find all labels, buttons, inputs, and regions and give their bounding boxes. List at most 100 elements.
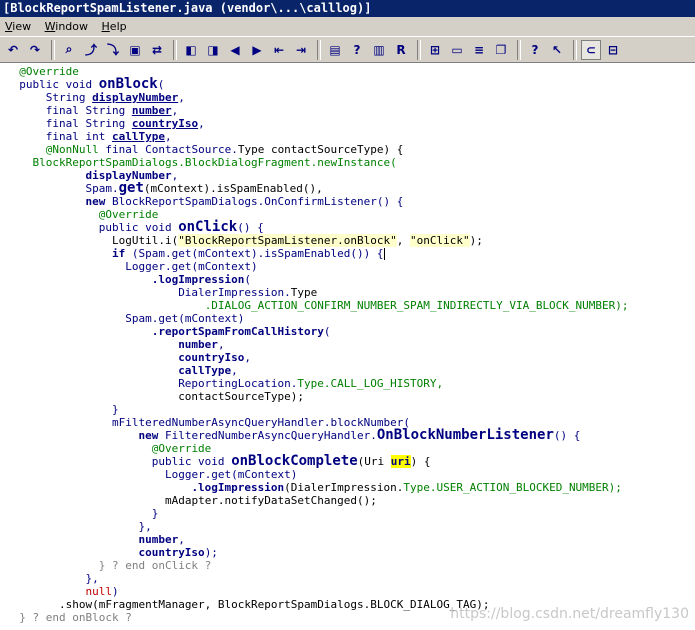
code-line[interactable]: .show(mFragmentManager, BlockReportSpamD… [6,598,489,611]
code-token: ); [204,546,218,559]
window-stack-icon[interactable]: ≡ [469,40,489,60]
book-icon[interactable]: ▥ [369,40,389,60]
redo-icon[interactable]: ↷ [25,40,45,60]
menu-view[interactable]: View [0,17,36,36]
code-token: (Uri [357,455,391,468]
menu-window[interactable]: Window [40,17,93,36]
code-line[interactable]: public void onBlock( [6,77,164,91]
find-icon[interactable]: ⌕ [59,40,79,60]
find-next-icon[interactable]: ⤴ [81,40,101,60]
code-line[interactable]: public void onClick() { [6,220,264,234]
code-line[interactable]: .DIALOG_ACTION_CONFIRM_NUMBER_SPAM_INDIR… [6,299,629,312]
code-line[interactable]: if (Spam.get(mContext).isSpamEnabled()) … [6,247,385,260]
code-line[interactable]: } ? end onClick ? [6,559,212,572]
code-token: Type.CALL_LOG_HISTORY, [297,377,444,390]
help-icon[interactable]: ? [347,40,367,60]
arrow-left-icon[interactable]: ◀ [225,40,245,60]
code-line[interactable]: final String number, [6,104,178,117]
code-line[interactable]: number, [6,533,184,546]
project-icon[interactable]: ⊂ [581,39,601,60]
code-line[interactable]: null) [6,585,119,598]
code-line[interactable]: BlockReportSpamDialogs.BlockDialogFragme… [6,156,397,169]
bookmark-next-icon[interactable]: ◨ [203,40,223,60]
find-prev-icon[interactable]: ⤵ [103,40,123,60]
symbol-window-icon[interactable]: ⊟ [603,40,623,60]
code-token: ) [111,585,119,598]
code-token: (mContext).isSpamEnabled(), [143,182,323,195]
code-line[interactable]: } ? end onBlock ? [6,611,132,624]
undo-icon[interactable]: ↶ [3,40,23,60]
code-token: ReportingLocation. [178,377,298,390]
code-token: LogUtil.i( [111,234,179,247]
code-line[interactable]: .logImpression(DialerImpression.Type.USE… [6,481,621,494]
code-line[interactable]: number, [6,338,224,351]
code-line[interactable]: String displayNumber, [6,91,185,104]
code-line[interactable]: .logImpression( [6,273,251,286]
code-line[interactable]: Spam.get(mContext) [6,312,244,325]
code-line[interactable]: Logger.get(mContext) [6,260,257,273]
code-line[interactable]: final String countryIso, [6,117,205,130]
code-line[interactable]: mFilteredNumberAsyncQueryHandler.blockNu… [6,416,410,429]
code-line[interactable]: Spam.get(mContext).isSpamEnabled(), [6,181,323,195]
window-tile-icon[interactable]: ⊞ [425,40,445,60]
code-line[interactable]: @Override [6,208,159,221]
code-line[interactable]: countryIso, [6,351,251,364]
context-help-icon[interactable]: ? [525,40,545,60]
code-line[interactable]: @Override [6,442,212,455]
code-line[interactable]: mAdapter.notifyDataSetChanged(); [6,494,377,507]
code-line[interactable]: } [6,403,119,416]
code-token: Type [290,286,318,299]
code-line[interactable]: LogUtil.i("BlockReportSpamListener.onBlo… [6,234,483,247]
pointer-help-icon[interactable]: ↖ [547,40,567,60]
code-token: Spam.get(mContext) [125,312,245,325]
lock-icon[interactable]: ▤ [325,40,345,60]
code-line[interactable]: displayNumber, [6,169,178,182]
code-line[interactable]: public void onBlockComplete(Uri uri) { [6,454,431,468]
jump-forward-icon[interactable]: ⇥ [291,40,311,60]
find-in-files-icon[interactable]: ▣ [125,40,145,60]
code-line[interactable]: @NonNull final ContactSource.Type contac… [6,143,404,156]
menu-help[interactable]: Help [97,17,132,36]
code-token: contactSourceType); [178,390,305,403]
jump-back-icon[interactable]: ⇤ [269,40,289,60]
code-line[interactable]: callType, [6,364,238,377]
code-token: , [198,117,205,130]
window-split-icon[interactable]: ▭ [447,40,467,60]
code-line[interactable]: } [6,507,159,520]
code-line[interactable]: final int callType, [6,130,172,143]
code-editor[interactable]: @Override public void onBlock( String di… [0,63,695,630]
code-line[interactable]: countryIso); [6,546,218,559]
code-token: , [244,351,252,364]
code-line[interactable]: contactSourceType); [6,390,304,403]
replace-icon[interactable]: ⇄ [147,40,167,60]
code-line[interactable]: }, [6,520,151,533]
code-line[interactable]: @Override [6,65,79,78]
window-cascade-icon[interactable]: ❐ [491,40,511,60]
bookmark-prev-icon[interactable]: ◧ [181,40,201,60]
code-line[interactable]: new FilteredNumberAsyncQueryHandler.OnBl… [6,428,580,442]
r-icon[interactable]: R [391,40,411,60]
arrow-right-icon[interactable]: ▶ [247,40,267,60]
code-token: final String [45,104,132,117]
code-token: }, [85,572,99,585]
code-token: mAdapter.notifyDataSetChanged(); [164,494,377,507]
code-line[interactable]: Logger.get(mContext) [6,468,297,481]
code-line[interactable]: new BlockReportSpamDialogs.OnConfirmList… [6,195,403,208]
code-line[interactable]: }, [6,572,99,585]
code-token: public void [98,221,179,234]
toolbar-separator [173,39,177,60]
code-token: if [111,247,132,260]
code-line[interactable]: .reportSpamFromCallHistory( [6,325,331,338]
code-line[interactable]: ReportingLocation.Type.CALL_LOG_HISTORY, [6,377,443,390]
code-line[interactable]: DialerImpression.Type [6,286,317,299]
code-token: () { [237,221,264,234]
toolbar-separator [573,39,577,60]
